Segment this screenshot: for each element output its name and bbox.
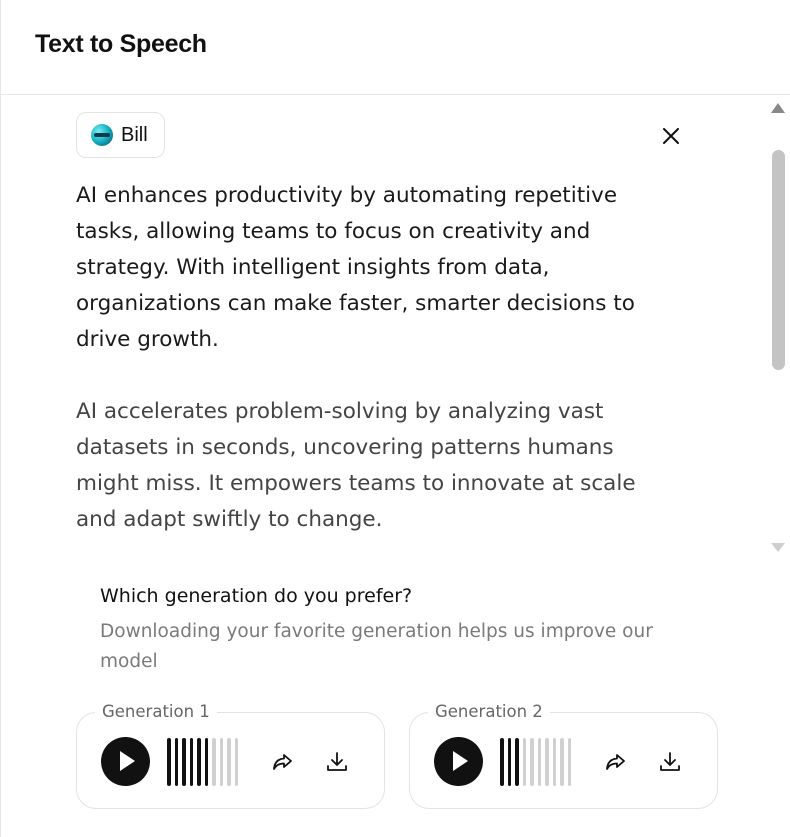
panel-divider (0, 95, 1, 837)
audio-waveform[interactable] (500, 737, 571, 786)
scroll-down-arrow-icon[interactable] (771, 543, 785, 552)
waveform-bar (167, 737, 171, 786)
waveform-bar (560, 737, 564, 786)
page-header: Text to Speech (0, 0, 790, 95)
waveform-bar (234, 737, 238, 786)
waveform-bar (212, 737, 216, 786)
waveform-bar (219, 737, 223, 786)
audio-waveform[interactable] (167, 737, 238, 786)
waveform-bar (227, 737, 231, 786)
waveform-bar (197, 737, 201, 786)
text-input-area[interactable]: AI enhances productivity by automating r… (76, 178, 676, 574)
preference-subtitle: Downloading your favorite generation hel… (100, 621, 653, 672)
close-button[interactable] (658, 123, 684, 149)
voice-selector-button[interactable]: Bill (76, 112, 165, 158)
scroll-up-arrow-icon[interactable] (771, 103, 785, 113)
share-icon[interactable] (603, 749, 629, 775)
scrollbar-thumb[interactable] (772, 150, 785, 370)
waveform-bar (537, 737, 541, 786)
waveform-bar (507, 737, 511, 786)
waveform-bar (515, 737, 519, 786)
voice-avatar-icon (91, 124, 113, 146)
waveform-bar (530, 737, 534, 786)
play-button[interactable] (101, 737, 150, 786)
page-title: Text to Speech (35, 30, 207, 58)
share-icon[interactable] (270, 749, 296, 775)
play-button[interactable] (434, 737, 483, 786)
waveform-bar (545, 737, 549, 786)
waveform-bar (552, 737, 556, 786)
close-icon (663, 128, 679, 144)
generation-card-1: Generation 1 (76, 702, 385, 809)
waveform-bar (189, 737, 193, 786)
generation-label: Generation 2 (428, 702, 550, 721)
waveform-bar (522, 737, 526, 786)
download-icon[interactable] (324, 749, 350, 775)
waveform-bar (567, 737, 571, 786)
voice-name: Bill (121, 123, 148, 146)
generation-label: Generation 1 (95, 702, 217, 721)
waveform-bar (182, 737, 186, 786)
generation-card-2: Generation 2 (409, 702, 718, 809)
preference-title: Which generation do you prefer? (100, 585, 413, 607)
waveform-bar (174, 737, 178, 786)
text-paragraph: AI accelerates problem-solving by analyz… (76, 399, 636, 532)
download-icon[interactable] (657, 749, 683, 775)
waveform-bar (500, 737, 504, 786)
waveform-bar (204, 737, 208, 786)
text-paragraph: AI enhances productivity by automating r… (76, 183, 635, 352)
